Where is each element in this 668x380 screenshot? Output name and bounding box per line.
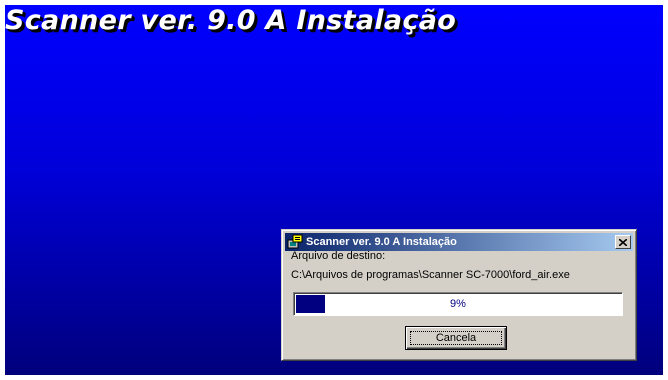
cancel-button[interactable]: Cancela xyxy=(405,326,507,350)
dialog-title: Scanner ver. 9.0 A Instalação xyxy=(306,236,457,248)
destination-path: C:\Arquivos de programas\Scanner SC-7000… xyxy=(291,269,570,281)
close-icon[interactable] xyxy=(615,235,631,249)
progress-percent: 9% xyxy=(450,298,466,310)
installer-app-icon xyxy=(287,234,303,250)
destination-label: Arquivo de destino: xyxy=(291,250,386,262)
cancel-button-label: Cancela xyxy=(435,332,477,344)
installer-title: Scanner ver. 9.0 A Instalação xyxy=(5,5,457,36)
dialog-titlebar[interactable]: Scanner ver. 9.0 A Instalação xyxy=(285,233,633,251)
progress-bar: 9% xyxy=(293,292,623,316)
